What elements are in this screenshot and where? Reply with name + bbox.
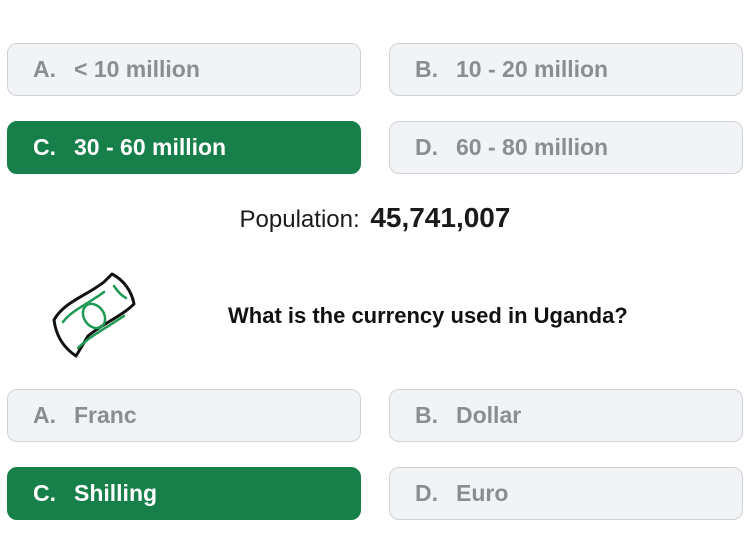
option-letter: B. (415, 56, 438, 82)
population-label: Population: (239, 206, 360, 233)
option-label: Dollar (456, 402, 522, 428)
population-value: 45,741,007 (370, 202, 511, 233)
option-a-population[interactable]: A. < 10 million (7, 43, 361, 96)
banknote-icon (52, 272, 136, 358)
option-letter: A. (33, 402, 56, 428)
option-b-population[interactable]: B. 10 - 20 million (389, 43, 743, 96)
option-letter: C. (33, 134, 56, 160)
option-label: 60 - 80 million (456, 134, 609, 160)
option-letter: D. (415, 134, 438, 160)
option-label: Euro (456, 480, 509, 506)
option-label: Shilling (74, 480, 158, 506)
option-c-currency[interactable]: C. Shilling (7, 467, 361, 520)
question-text: What is the currency used in Uganda? (228, 303, 628, 328)
option-letter: D. (415, 480, 438, 506)
option-label: 10 - 20 million (456, 56, 609, 82)
option-letter: A. (33, 56, 56, 82)
option-c-population[interactable]: C. 30 - 60 million (7, 121, 361, 174)
option-letter: C. (33, 480, 56, 506)
option-d-population[interactable]: D. 60 - 80 million (389, 121, 743, 174)
option-a-currency[interactable]: A. Franc (7, 389, 361, 442)
option-letter: B. (415, 402, 438, 428)
population-answer: Population: 45,741,007 (0, 202, 750, 234)
option-d-currency[interactable]: D. Euro (389, 467, 743, 520)
option-label: < 10 million (74, 56, 200, 82)
option-b-currency[interactable]: B. Dollar (389, 389, 743, 442)
option-label: Franc (74, 402, 137, 428)
option-label: 30 - 60 million (74, 134, 227, 160)
